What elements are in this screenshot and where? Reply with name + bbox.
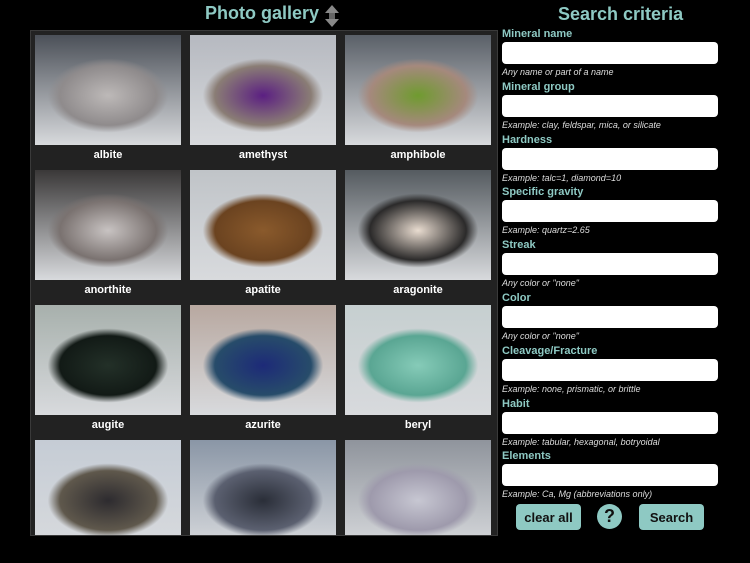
color-input[interactable]: [502, 306, 718, 328]
mineral-photo[interactable]: [190, 35, 336, 145]
mineral-photo[interactable]: [190, 440, 336, 535]
mineral-photo[interactable]: [190, 170, 336, 280]
gallery-tile[interactable]: beryl: [345, 305, 491, 431]
field-hardness: Hardness Example: talc=1, diamond=10: [502, 134, 722, 183]
gallery-tile[interactable]: amphibole: [345, 35, 491, 161]
field-hint: Example: tabular, hexagonal, botryoidal: [502, 436, 660, 447]
hardness-input[interactable]: [502, 147, 718, 170]
mineral-photo[interactable]: [35, 440, 181, 535]
gallery-tile[interactable]: aragonite: [345, 170, 491, 296]
mineral-photo[interactable]: [190, 305, 336, 415]
field-streak: Streak Any color or "none": [502, 239, 722, 288]
field-cleavage-fracture: Cleavage/Fracture Example: none, prismati…: [502, 345, 722, 394]
field-hint: Any name or part of a name: [502, 67, 614, 77]
gallery-tile[interactable]: amethyst: [190, 35, 336, 161]
field-hint: Example: none, prismatic, or brittle: [502, 383, 641, 394]
streak-input[interactable]: [502, 253, 718, 276]
search-criteria-title: Search criteria: [558, 4, 684, 24]
help-icon[interactable]: ?: [597, 504, 622, 529]
field-hint: Any color or "none": [502, 278, 579, 289]
field-label: Habit: [502, 397, 530, 410]
gallery-tile[interactable]: anorthite: [35, 170, 181, 296]
field-hint: Example: clay, feldspar, mica, or silica…: [502, 119, 661, 130]
field-label: Color: [502, 292, 531, 304]
field-hint: Example: quartz=2.65: [502, 225, 590, 236]
field-label: Hardness: [502, 133, 553, 146]
gallery-tile[interactable]: calcite: [345, 440, 491, 535]
mineral-name-label: amphibole: [390, 149, 446, 161]
gallery-tile[interactable]: apatite: [190, 170, 336, 296]
gallery-tile[interactable]: biotite: [35, 440, 181, 535]
mineral-name-label: albite: [93, 149, 123, 161]
mineral-name-label: amethyst: [238, 149, 288, 161]
search-button[interactable]: Search: [639, 504, 704, 530]
mineral-photo[interactable]: [35, 35, 181, 145]
mineral-name-label: azurite: [245, 419, 281, 431]
gallery-title: Photo gallery: [205, 3, 320, 23]
field-label: Elements: [502, 450, 551, 463]
mineral-name-label: apatite: [245, 284, 281, 296]
field-mineral-group: Mineral group Example: clay, feldspar, mi…: [502, 81, 722, 130]
mineral-name-label: aragonite: [393, 284, 443, 296]
mineral-photo[interactable]: [35, 305, 181, 415]
field-hint: Any color or "none": [502, 331, 579, 341]
mineral-photo[interactable]: [345, 35, 491, 145]
mineral-photo[interactable]: [345, 170, 491, 280]
sort-up-down-icon[interactable]: [324, 5, 340, 27]
field-label: Specific gravity: [502, 186, 584, 199]
clear-all-button[interactable]: clear all: [516, 504, 581, 530]
field-hint: Example: talc=1, diamond=10: [502, 172, 622, 183]
field-label: Streak: [502, 239, 536, 252]
field-color: Color Any color or "none": [502, 292, 722, 341]
field-hint: Example: Ca, Mg (abbreviations only): [502, 489, 653, 500]
mineral-name-label: augite: [91, 419, 125, 431]
mineral-photo[interactable]: [345, 440, 491, 535]
mineral-photo[interactable]: [35, 170, 181, 280]
cleavage-fracture-input[interactable]: [502, 358, 718, 381]
mineral-name-input[interactable]: [502, 42, 718, 64]
gallery-tile[interactable]: albite: [35, 35, 181, 161]
photo-gallery[interactable]: albite amethyst amphibole anorthite apatite a…: [30, 30, 498, 536]
elements-input[interactable]: [502, 464, 718, 487]
gallery-tile[interactable]: bornite: [190, 440, 336, 535]
mineral-group-input[interactable]: [502, 94, 718, 117]
field-label: Cleavage/Fracture: [502, 344, 598, 357]
habit-input[interactable]: [502, 411, 718, 434]
mineral-name-label: anorthite: [84, 284, 132, 296]
field-specific-gravity: Specific gravity Example: quartz=2.65: [502, 186, 722, 235]
specific-gravity-input[interactable]: [502, 200, 718, 223]
field-elements: Elements Example: Ca, Mg (abbreviations o…: [502, 450, 722, 499]
mineral-name-label: beryl: [404, 419, 432, 431]
field-habit: Habit Example: tabular, hexagonal, botryo…: [502, 398, 722, 447]
field-label: Mineral name: [502, 28, 573, 40]
gallery-tile[interactable]: augite: [35, 305, 181, 431]
mineral-photo[interactable]: [345, 305, 491, 415]
gallery-tile[interactable]: azurite: [190, 305, 336, 431]
field-label: Mineral group: [502, 80, 575, 93]
field-mineral-name: Mineral name Any name or part of a name: [502, 28, 722, 77]
